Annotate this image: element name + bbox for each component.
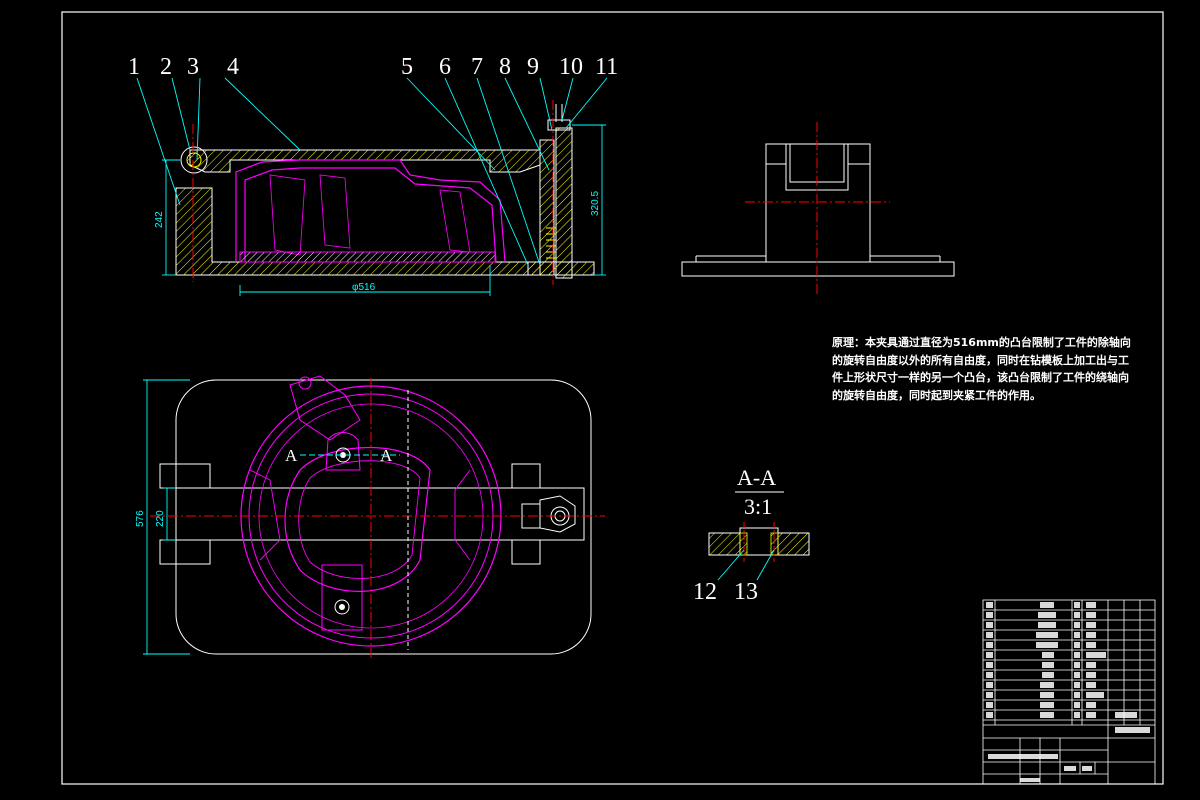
drill-plate: [189, 149, 541, 173]
dim-width-inner: 220: [155, 510, 166, 527]
part-label-3: 3: [187, 54, 199, 80]
part-label-10: 10: [559, 54, 583, 80]
front-section-view: [136, 77, 608, 296]
section-scale: 3:1: [744, 494, 772, 519]
side-view: [681, 122, 955, 296]
part-label-9: 9: [527, 54, 539, 80]
section-marker-left: A: [285, 446, 298, 465]
base-plate-outline: [175, 379, 592, 655]
dim-diameter: φ516: [352, 282, 376, 293]
locating-boss: [239, 251, 496, 263]
dim-width-outer: 576: [135, 510, 146, 527]
section-aa-view: A-A 3:1: [708, 465, 810, 581]
part-label-8: 8: [499, 54, 511, 80]
right-support: [539, 139, 555, 276]
principle-note: 原理：本夹具通过直径为516mm的凸台限制了工件的除轴向的旋转自由度以外的所有自…: [832, 336, 1131, 402]
part-label-2: 2: [160, 54, 172, 80]
part-label-7: 7: [471, 54, 483, 80]
part-label-12: 12: [693, 579, 717, 605]
workpiece-section: [235, 159, 506, 263]
part-label-5: 5: [401, 54, 413, 80]
dim-height-left: 242: [154, 211, 165, 228]
part-label-4: 4: [227, 54, 239, 80]
part-label-11: 11: [595, 54, 618, 80]
part-label-6: 6: [439, 54, 451, 80]
part-labels: 1 2 3 4 5 6 7 8 9 10 11 12 13: [128, 54, 758, 605]
plan-view: A A: [143, 375, 605, 660]
dim-height-right: 320.5: [590, 191, 601, 216]
section-title: A-A: [737, 465, 776, 490]
right-column: [555, 127, 573, 279]
part-label-13: 13: [734, 579, 758, 605]
bottom-foot: [527, 261, 595, 276]
part-label-1: 1: [128, 54, 140, 80]
section-marker-right: A: [380, 446, 393, 465]
title-block-fills: [986, 602, 1150, 782]
